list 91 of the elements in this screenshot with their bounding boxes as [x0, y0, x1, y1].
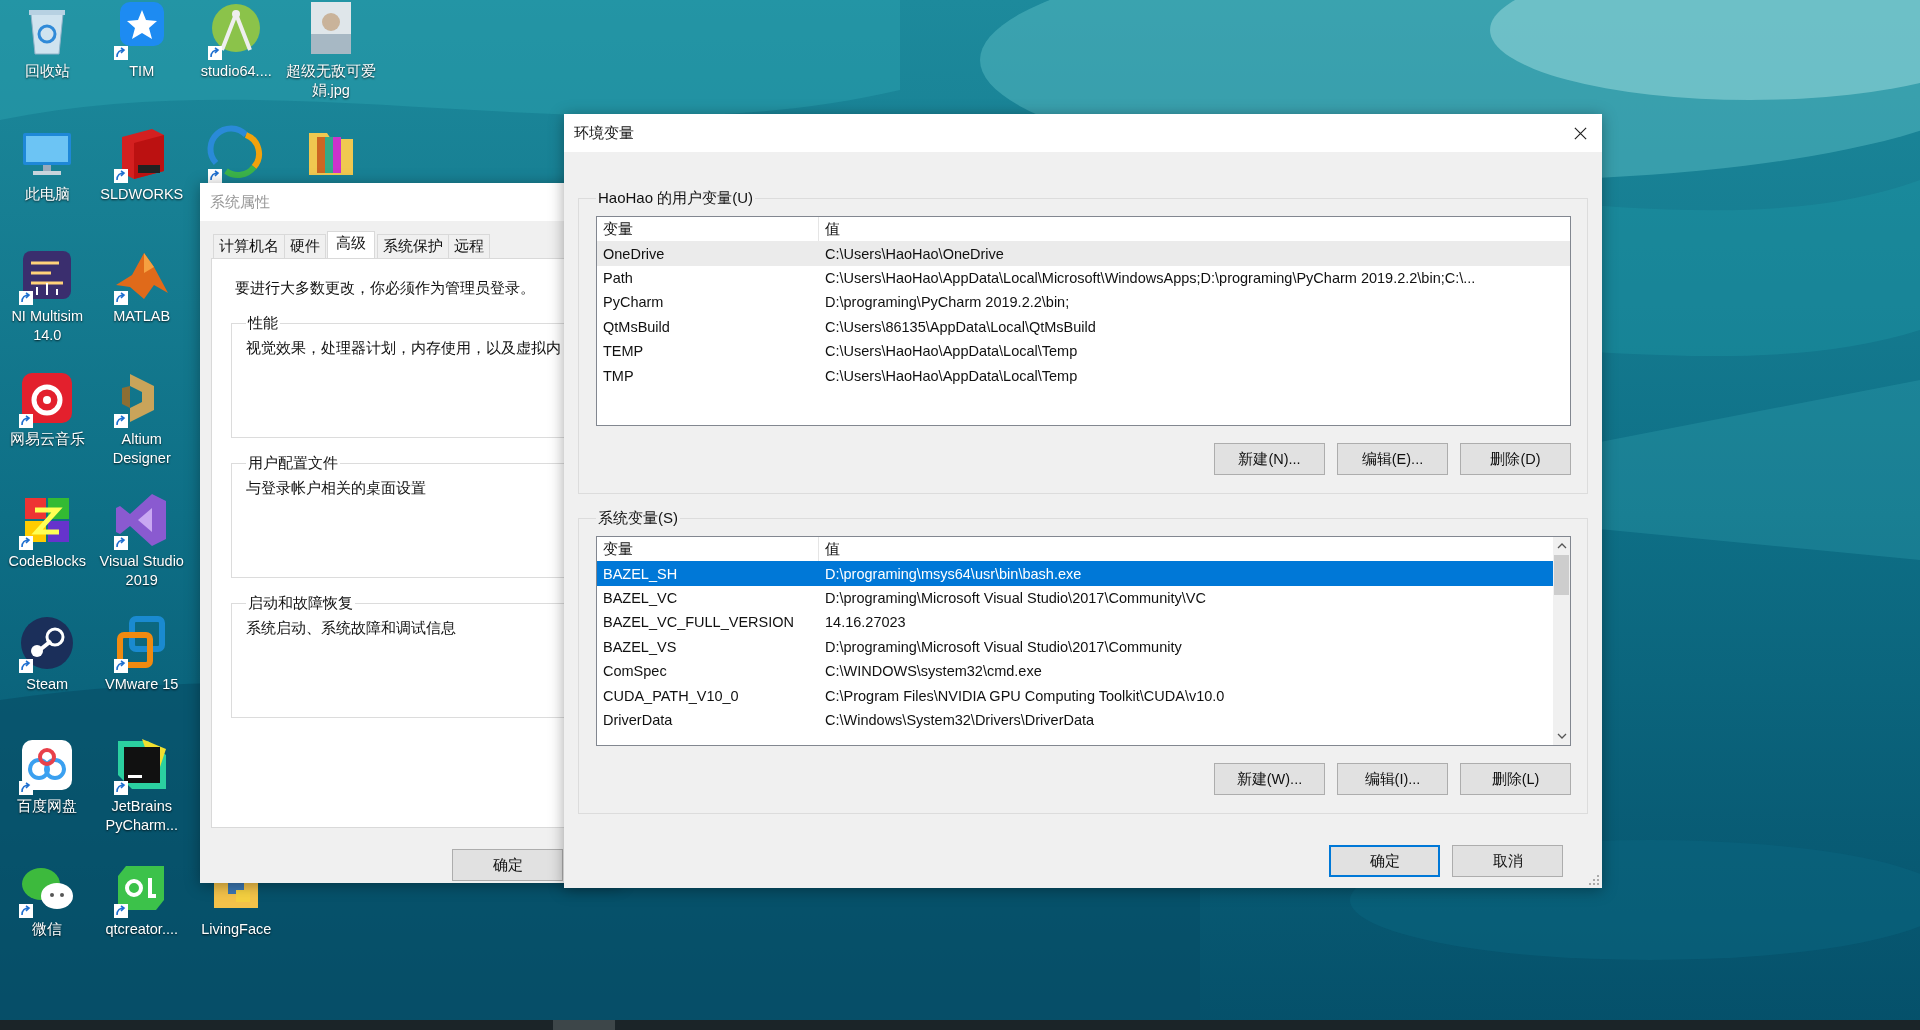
- variable-value: C:\Windows\System32\Drivers\DriverData: [824, 711, 1096, 728]
- variable-name: DriverData: [602, 711, 674, 728]
- scroll-down-icon[interactable]: [1556, 733, 1567, 739]
- scrollbar[interactable]: [1553, 537, 1570, 745]
- desktop-icon-label[interactable]: 回收站: [1, 62, 94, 81]
- variable-value: 14.16.27023: [824, 614, 907, 631]
- dialog-button[interactable]: 编辑(I)...: [1337, 763, 1448, 795]
- variable-row[interactable]: OneDrive C:\Users\HaoHao\OneDrive: [597, 241, 1570, 266]
- variable-name: BAZEL_VC: [602, 589, 679, 606]
- window-title: 系统属性: [210, 192, 270, 212]
- desktop-icon-label[interactable]: studio64....: [190, 62, 283, 81]
- variable-value: C:\Users\HaoHao\AppData\Local\Temp: [824, 343, 1079, 360]
- tab[interactable]: 系统保护: [377, 234, 449, 258]
- variable-row[interactable]: QtMsBuild C:\Users\86135\AppData\Local\QtMsBuild: [597, 314, 1570, 339]
- desktop-icon-label[interactable]: NI Multisim 14.0: [1, 307, 94, 345]
- group-title: 启动和故障恢复: [247, 594, 354, 613]
- dialog-button[interactable]: 新建(N)...: [1214, 443, 1325, 475]
- resize-grip-icon[interactable]: [1588, 874, 1600, 886]
- variable-row[interactable]: CUDA_PATH_V10_0 C:\Program Files\NVIDIA GPU Computing Toolkit\CUDA\v10.0: [597, 683, 1553, 708]
- variable-value: C:\Users\HaoHao\AppData\Local\Temp: [824, 367, 1079, 384]
- dialog-button[interactable]: 编辑(E)...: [1337, 443, 1448, 475]
- variable-name: QtMsBuild: [602, 318, 671, 335]
- variable-name: Path: [602, 269, 634, 286]
- dialog-button[interactable]: 确定: [1329, 845, 1440, 877]
- dialog-button[interactable]: 删除(D): [1460, 443, 1571, 475]
- dialog-button[interactable]: 取消: [1452, 845, 1563, 877]
- desktop-icon-label[interactable]: 网易云音乐: [1, 429, 94, 449]
- desktop-icon-label[interactable]: qtcreator....: [95, 919, 188, 939]
- desktop-icon-label[interactable]: Altium Designer: [95, 429, 188, 468]
- group-description: 视觉效果，处理器计划，内存使用，以及虚拟内: [246, 340, 561, 356]
- desktop-icon-label[interactable]: LivingFace: [190, 919, 283, 939]
- ok-button[interactable]: 确定: [452, 849, 563, 881]
- desktop-icon-label[interactable]: 百度网盘: [1, 797, 94, 816]
- variable-name: TEMP: [602, 343, 645, 360]
- variable-name: OneDrive: [602, 245, 666, 262]
- desktop-icon-label[interactable]: Visual Studio 2019: [95, 552, 188, 590]
- variable-row[interactable]: BAZEL_VC D:\programing\Microsoft Visual Studio\2017\Community\VC: [597, 585, 1553, 611]
- variable-name: BAZEL_SH: [602, 565, 679, 582]
- variable-row[interactable]: Path C:\Users\HaoHao\AppData\Local\Microsoft\WindowsApps;D:\programing\PyCharm 2019.2.2\bin;C:\...: [597, 265, 1570, 291]
- variable-row[interactable]: ComSpec C:\WINDOWS\system32\cmd.exe: [597, 658, 1553, 684]
- variable-name: BAZEL_VC_FULL_VERSION: [602, 614, 795, 631]
- dialog-button[interactable]: 删除(L): [1460, 763, 1571, 795]
- desktop-icon-label[interactable]: Steam: [1, 674, 94, 694]
- tab[interactable]: 计算机名: [213, 234, 285, 258]
- close-icon[interactable]: [1573, 125, 1588, 141]
- variable-value: C:\Users\86135\AppData\Local\QtMsBuild: [824, 318, 1097, 335]
- window-title: 环境变量: [574, 123, 634, 143]
- column-header[interactable]: 值: [819, 537, 1553, 562]
- variable-name: BAZEL_VS: [602, 638, 678, 655]
- desktop-icon-label[interactable]: JetBrains PyCharm...: [95, 797, 188, 835]
- desktop-icon-label[interactable]: 超级无敌可爱娟.jpg: [284, 62, 377, 100]
- desktop-icon-label[interactable]: VMware 15: [95, 674, 188, 694]
- variable-value: C:\Users\HaoHao\AppData\Local\Microsoft\WindowsApps;D:\programing\PyCharm 2019.2.2\bin;C:\...: [824, 269, 1477, 286]
- desktop-icon-label[interactable]: TIM: [95, 62, 188, 81]
- desktop-icon-label[interactable]: 此电脑: [1, 184, 94, 204]
- variable-row[interactable]: TEMP C:\Users\HaoHao\AppData\Local\Temp: [597, 338, 1570, 364]
- scroll-up-icon[interactable]: [1556, 543, 1567, 549]
- desktop-icon-label[interactable]: CodeBlocks: [1, 552, 94, 571]
- dialog-button[interactable]: 新建(W)...: [1214, 763, 1325, 795]
- scrollbar-thumb[interactable]: [1554, 555, 1569, 595]
- group-description: 与登录帐户相关的桌面设置: [246, 480, 426, 496]
- desktop-icon-label[interactable]: MATLAB: [95, 307, 188, 326]
- group-description: 系统启动、系统故障和调试信息: [246, 620, 456, 636]
- variable-value: C:\WINDOWS\system32\cmd.exe: [824, 663, 1043, 680]
- group-title: HaoHao 的用户变量(U): [597, 189, 755, 208]
- group-title: 系统变量(S): [597, 509, 679, 528]
- variable-name: TMP: [602, 367, 635, 384]
- column-header[interactable]: 值: [819, 217, 1570, 242]
- variable-name: PyCharm: [602, 294, 665, 311]
- group-title: 性能: [246, 314, 279, 333]
- variable-row[interactable]: BAZEL_VC_FULL_VERSION 14.16.27023: [597, 610, 1553, 635]
- variable-row[interactable]: DriverData C:\Windows\System32\Drivers\DriverData: [597, 707, 1553, 733]
- variable-name: CUDA_PATH_V10_0: [602, 687, 740, 704]
- variable-row[interactable]: BAZEL_SH D:\programing\msys64\usr\bin\bash.exe: [597, 561, 1553, 586]
- variable-row[interactable]: BAZEL_VS D:\programing\Microsoft Visual Studio\2017\Community: [597, 634, 1553, 659]
- variable-row[interactable]: TMP C:\Users\HaoHao\AppData\Local\Temp: [597, 363, 1570, 388]
- group-title: 用户配置文件: [247, 454, 339, 473]
- variable-value: D:\programing\PyCharm 2019.2.2\bin;: [824, 294, 1071, 311]
- tab[interactable]: 高级: [327, 231, 375, 258]
- variable-value: C:\Program Files\NVIDIA GPU Computing Toolkit\CUDA\v10.0: [824, 687, 1226, 704]
- variable-row[interactable]: PyCharm D:\programing\PyCharm 2019.2.2\bin;: [597, 290, 1570, 315]
- variable-value: D:\programing\Microsoft Visual Studio\2017\Community\VC: [824, 589, 1207, 606]
- variable-value: D:\programing\Microsoft Visual Studio\2017\Community: [824, 638, 1183, 655]
- notice-text: 要进行大多数更改，你必须作为管理员登录。: [234, 279, 536, 298]
- tab[interactable]: 硬件: [284, 234, 326, 258]
- variable-name: ComSpec: [602, 663, 668, 680]
- variable-value: C:\Users\HaoHao\OneDrive: [824, 245, 1005, 262]
- desktop-icon-label[interactable]: 微信: [1, 919, 94, 939]
- tab[interactable]: 远程: [448, 234, 490, 258]
- variable-value: D:\programing\msys64\usr\bin\bash.exe: [824, 565, 1083, 582]
- desktop-icon-label[interactable]: SLDWORKS: [95, 184, 188, 204]
